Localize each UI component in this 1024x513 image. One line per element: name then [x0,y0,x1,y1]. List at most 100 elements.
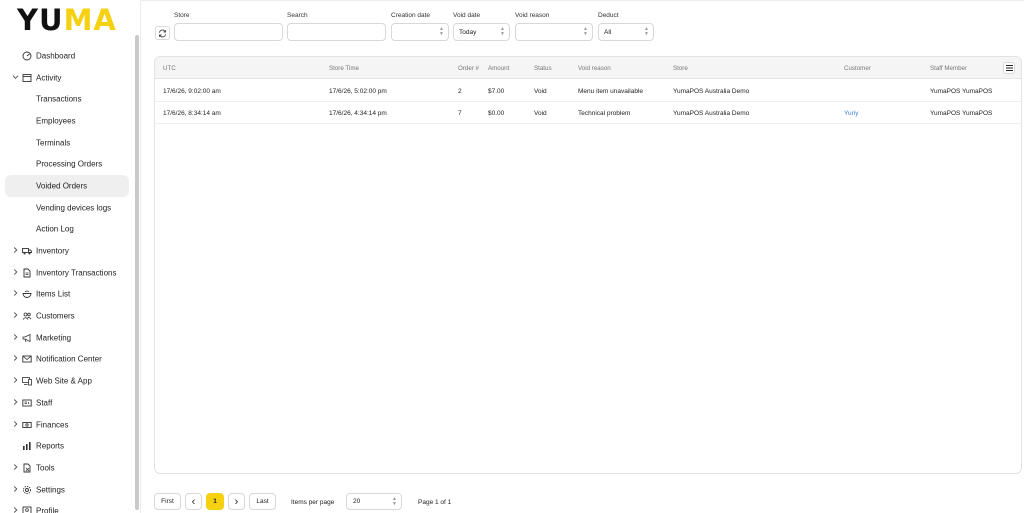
chevron-right-icon[interactable] [11,268,19,277]
dashboard-icon [22,51,32,61]
column-header-utc[interactable]: UTC [163,65,176,72]
sidebar-item-reports[interactable]: Reports [0,435,133,457]
cell-staff-member: YumaPOS YumaPOS [930,88,993,95]
refresh-button[interactable] [155,26,170,40]
sidebar-item-activity[interactable]: Activity [0,67,133,89]
creation-date-select[interactable]: ▲ ▼ [391,23,449,41]
void-reason-select[interactable]: ▲ ▼ [515,23,593,41]
logo[interactable]: YUMA [17,4,117,36]
chevron-right-icon[interactable] [11,312,19,321]
chevron-down-icon[interactable] [11,73,19,82]
next-page-button[interactable]: › [228,493,245,510]
current-page-button[interactable]: 1 [206,493,224,510]
sidebar-scrollbar[interactable] [135,35,139,510]
search-filter-label: Search [287,12,308,19]
sidebar-item-employees[interactable]: Employees [0,110,133,132]
sidebar-item-inventory-transactions[interactable]: Inventory Transactions [0,262,133,284]
column-header-void-reason[interactable]: Void reason [578,65,611,72]
chevron-right-icon[interactable] [11,463,19,472]
deduct-label: Deduct [598,12,619,19]
chevron-right-icon[interactable] [11,247,19,256]
cell-order: 2 [458,88,462,95]
column-header-amount[interactable]: Amount [488,65,509,72]
sidebar-item-notification-center[interactable]: Notification Center [0,349,133,371]
sidebar-item-label: Tools [36,463,55,473]
void-date-select[interactable]: Today ▲ ▼ [453,23,510,41]
table-row[interactable]: 17/6/26, 9:02:00 am 17/6/26, 5:02:00 pm 2 $… [155,80,1021,102]
items-per-page-select[interactable]: 20 ▲ ▼ [346,493,402,510]
last-page-button[interactable]: Last [249,493,276,510]
sidebar-item-tools[interactable]: Tools [0,457,133,479]
table-row[interactable]: 17/6/26, 8:34:14 am 17/6/26, 4:34:14 pm 7 $… [155,102,1021,124]
sidebar-item-action-log[interactable]: Action Log [0,219,133,241]
sidebar-item-marketing[interactable]: Marketing [0,327,133,349]
cell-store-time: 17/6/26, 5:02:00 pm [329,88,387,95]
pagination: First ‹ 1 › Last Items per page 20 ▲ ▼ Pag… [154,492,854,512]
cell-amount: $7.00 [488,88,505,95]
filter-bar: Store Search Creation date ▲ ▼ Void date … [141,0,1024,50]
column-header-staff-member[interactable]: Staff Member [930,65,967,72]
users-icon [22,311,32,321]
sidebar-item-label: Terminals [36,138,71,148]
chevron-right-icon[interactable] [11,398,19,407]
id-card-icon [22,398,32,408]
sidebar-item-label: Processing Orders [36,159,103,169]
chevron-right-icon[interactable] [11,333,19,342]
calendar-icon [22,73,32,83]
sidebar-item-finances[interactable]: Finances [0,414,133,436]
page-info: Page 1 of 1 [418,499,452,506]
cell-amount: $0.00 [488,110,505,117]
sidebar-item-dashboard[interactable]: Dashboard [0,45,133,67]
sidebar-item-label: Marketing [36,333,72,343]
deduct-select[interactable]: All ▲ ▼ [598,23,654,41]
cash-icon [22,420,32,430]
sidebar: YUMA Dashboard Activity Transactions Employ… [0,0,141,513]
sidebar-item-label: Finances [36,420,69,430]
updown-icon: ▲ ▼ [439,26,444,37]
column-header-status[interactable]: Status [534,65,552,72]
sidebar-item-inventory[interactable]: Inventory [0,240,133,262]
column-header-customer[interactable]: Customer [844,65,871,72]
sidebar-item-web-site-app[interactable]: Web Site & App [0,370,133,392]
refresh-icon [159,29,166,37]
sidebar-item-terminals[interactable]: Terminals [0,132,133,154]
table-header: UTC Store Time Order # Amount Status Void rea… [155,57,1021,79]
column-header-store[interactable]: Store [673,65,688,72]
sidebar-item-processing-orders[interactable]: Processing Orders [0,153,133,175]
chevron-right-icon[interactable] [11,290,19,299]
chevron-right-icon[interactable] [11,355,19,364]
devices-icon [22,376,32,386]
cell-order: 7 [458,110,462,117]
sidebar-item-voided-orders[interactable]: Voided Orders [5,175,129,197]
cell-customer[interactable]: Yuriy [844,110,858,117]
prev-page-button[interactable]: ‹ [185,493,202,510]
sidebar-item-vending-devices-logs[interactable]: Vending devices logs [0,197,133,219]
sidebar-item-transactions[interactable]: Transactions [0,88,133,110]
sidebar-item-label: Inventory [36,246,69,256]
sidebar-item-settings[interactable]: Settings [0,479,133,501]
sidebar-item-profile[interactable]: Profile [0,500,133,513]
column-header-store-time[interactable]: Store Time [329,65,359,72]
store-filter-label: Store [174,12,190,19]
bar-chart-icon [22,441,32,451]
sidebar-item-label: Customers [36,311,75,321]
sidebar-item-items-list[interactable]: Items List [0,284,133,306]
sidebar-item-label: Items List [36,289,71,299]
sidebar-item-customers[interactable]: Customers [0,305,133,327]
column-menu-button[interactable] [1003,62,1015,74]
void-reason-label: Void reason [515,12,550,19]
updown-icon: ▲ ▼ [392,496,397,507]
search-input[interactable] [287,23,386,41]
first-page-button[interactable]: First [154,493,181,510]
cell-void-reason: Technical problem [578,110,631,117]
chevron-right-icon[interactable] [11,507,19,513]
chevron-right-icon[interactable] [11,485,19,494]
megaphone-icon [22,333,32,343]
chevron-right-icon[interactable] [11,377,19,386]
gear-icon [22,485,32,495]
sidebar-item-staff[interactable]: Staff [0,392,133,414]
cell-status: Void [534,110,547,117]
store-filter-input[interactable] [174,23,283,41]
chevron-right-icon[interactable] [11,420,19,429]
column-header-order[interactable]: Order # [458,65,479,72]
